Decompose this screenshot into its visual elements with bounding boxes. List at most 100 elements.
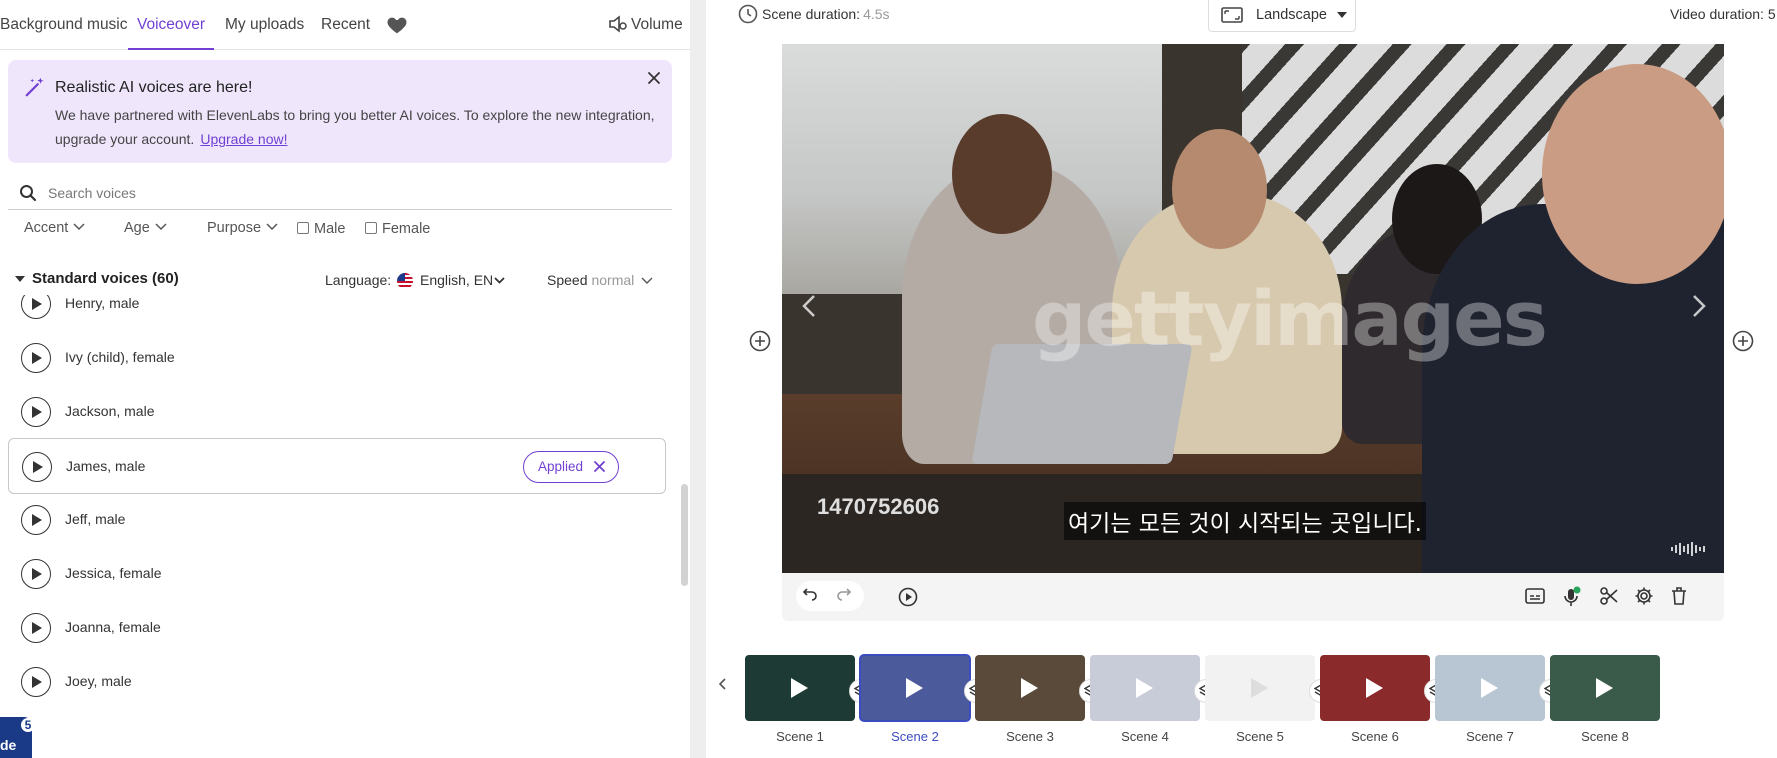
play-icon bbox=[1481, 678, 1498, 698]
chevron-left-icon[interactable] bbox=[802, 294, 816, 318]
add-scene-after-icon[interactable] bbox=[1732, 330, 1754, 352]
play-icon bbox=[1251, 678, 1268, 698]
voice-row[interactable]: Ivy (child), female bbox=[8, 330, 666, 386]
banner-title: Realistic AI voices are here! bbox=[55, 79, 253, 96]
female-checkbox[interactable]: Female bbox=[365, 221, 430, 237]
accent-filter[interactable]: Accent bbox=[24, 220, 85, 236]
scene-duration-label: Scene duration: bbox=[762, 6, 861, 22]
play-icon[interactable] bbox=[898, 587, 918, 607]
language-label: Language: bbox=[325, 272, 392, 288]
scene-card-6[interactable]: Scene 6 bbox=[1320, 655, 1448, 758]
stock-watermark: gettyimages bbox=[1032, 274, 1548, 363]
play-preview-button[interactable] bbox=[21, 295, 51, 319]
voice-row[interactable]: Jeff, male bbox=[8, 492, 666, 548]
age-filter[interactable]: Age bbox=[124, 220, 167, 236]
banner-text: We have partnered with ElevenLabs to bri… bbox=[55, 103, 655, 151]
close-icon[interactable] bbox=[644, 68, 664, 88]
scene-thumbnail[interactable] bbox=[1090, 655, 1200, 721]
scene-card-7[interactable]: Scene 7 bbox=[1435, 655, 1563, 758]
subtitle-text[interactable]: 여기는 모든 것이 시작되는 곳입니다. bbox=[1064, 502, 1426, 540]
voice-name: James, male bbox=[66, 458, 146, 474]
chevron-down-icon[interactable] bbox=[494, 277, 505, 284]
orientation-label: Landscape bbox=[1256, 7, 1327, 23]
chevron-down-icon bbox=[73, 223, 85, 231]
standard-voices-header: Standard voices (60) Language: English, … bbox=[0, 267, 690, 293]
orientation-select[interactable]: Landscape bbox=[1208, 0, 1356, 32]
scene-thumbnail[interactable] bbox=[975, 655, 1085, 721]
scene-card-5[interactable]: Scene 5 bbox=[1205, 655, 1333, 758]
scene-card-2[interactable]: Scene 2 bbox=[859, 654, 988, 758]
applied-label: Applied bbox=[538, 459, 584, 474]
voice-row[interactable]: Jackson, male bbox=[8, 384, 666, 440]
play-icon bbox=[1596, 678, 1613, 698]
voice-row[interactable]: Jessica, female bbox=[8, 546, 666, 602]
scene-thumbnail[interactable] bbox=[1435, 655, 1545, 721]
voiceover-panel: Background music Voiceover My uploads Re… bbox=[0, 0, 690, 758]
tab-my-uploads[interactable]: My uploads bbox=[225, 0, 304, 50]
scene-thumbnail[interactable] bbox=[859, 654, 971, 722]
scissors-icon[interactable] bbox=[1599, 586, 1619, 606]
app-root: Background music Voiceover My uploads Re… bbox=[0, 0, 1777, 758]
play-preview-button[interactable] bbox=[21, 343, 51, 373]
help-widget[interactable]: de 5 bbox=[0, 717, 35, 758]
voice-row[interactable]: Joey, male bbox=[8, 654, 666, 710]
scene-label: Scene 4 bbox=[1121, 729, 1169, 744]
scene-card-1[interactable]: Scene 1 bbox=[745, 655, 873, 758]
play-preview-button[interactable] bbox=[21, 397, 51, 427]
voice-row-applied[interactable]: James, male Applied bbox=[8, 438, 666, 494]
video-preview[interactable]: gettyimages 1470752606 여기는 모든 것이 시작되는 곳입… bbox=[782, 44, 1724, 573]
play-preview-button[interactable] bbox=[21, 559, 51, 589]
play-preview-button[interactable] bbox=[22, 452, 52, 482]
tab-background-music[interactable]: Background music bbox=[0, 0, 128, 50]
microphone-icon[interactable] bbox=[1562, 586, 1582, 608]
tab-voiceover[interactable]: Voiceover bbox=[128, 0, 215, 50]
remove-icon[interactable] bbox=[594, 461, 605, 472]
play-preview-button[interactable] bbox=[21, 505, 51, 535]
scene-card-3[interactable]: Scene 3 bbox=[975, 655, 1103, 758]
play-preview-button[interactable] bbox=[21, 667, 51, 697]
chevron-left-icon[interactable] bbox=[718, 678, 726, 690]
chevron-down-icon[interactable] bbox=[641, 277, 653, 284]
chevron-right-icon[interactable] bbox=[1692, 294, 1706, 318]
voice-row[interactable]: Joanna, female bbox=[8, 600, 666, 656]
tab-recent[interactable]: Recent bbox=[321, 0, 370, 50]
stock-id: 1470752606 bbox=[817, 494, 940, 519]
language-select[interactable]: English, EN bbox=[420, 272, 493, 288]
play-preview-button[interactable] bbox=[21, 613, 51, 643]
voice-list-scrollbar[interactable] bbox=[681, 484, 688, 586]
redo-icon[interactable] bbox=[836, 587, 852, 601]
voice-row[interactable]: Henry, male bbox=[8, 295, 666, 332]
male-checkbox[interactable]: Male bbox=[297, 221, 345, 237]
scene-label: Scene 1 bbox=[776, 729, 824, 744]
gear-icon[interactable] bbox=[1634, 586, 1654, 606]
media-tabs: Background music Voiceover My uploads Re… bbox=[0, 0, 690, 50]
scene-thumbnail[interactable] bbox=[1550, 655, 1660, 721]
captions-icon[interactable] bbox=[1524, 586, 1546, 606]
landscape-icon bbox=[1221, 7, 1243, 23]
play-icon bbox=[33, 461, 43, 473]
heart-icon[interactable] bbox=[386, 14, 408, 36]
scene-duration-value: 4.5s bbox=[863, 6, 890, 22]
voice-search bbox=[8, 178, 672, 210]
voice-name: Joey, male bbox=[65, 673, 132, 689]
scene-card-4[interactable]: Scene 4 bbox=[1090, 655, 1218, 758]
speed-select[interactable]: Speed normal bbox=[547, 272, 634, 288]
purpose-filter[interactable]: Purpose bbox=[207, 220, 278, 236]
undo-icon[interactable] bbox=[802, 587, 818, 601]
caret-down-icon[interactable] bbox=[15, 274, 25, 284]
scene-thumbnail[interactable] bbox=[1205, 655, 1315, 721]
voice-name: Jessica, female bbox=[65, 565, 162, 581]
panel-divider[interactable] bbox=[690, 0, 706, 758]
applied-badge[interactable]: Applied bbox=[523, 451, 619, 483]
female-label: Female bbox=[382, 221, 431, 237]
trash-icon[interactable] bbox=[1670, 586, 1688, 606]
scene-thumbnail[interactable] bbox=[745, 655, 855, 721]
add-scene-before-icon[interactable] bbox=[749, 330, 771, 352]
volume-button[interactable]: Volume bbox=[608, 14, 683, 36]
upgrade-link[interactable]: Upgrade now! bbox=[200, 131, 287, 147]
play-icon bbox=[1136, 678, 1153, 698]
scene-thumbnail[interactable] bbox=[1320, 655, 1430, 721]
search-input[interactable] bbox=[48, 181, 648, 205]
speed-label: Speed bbox=[547, 272, 588, 288]
scene-card-8[interactable]: Scene 8 bbox=[1550, 655, 1664, 758]
